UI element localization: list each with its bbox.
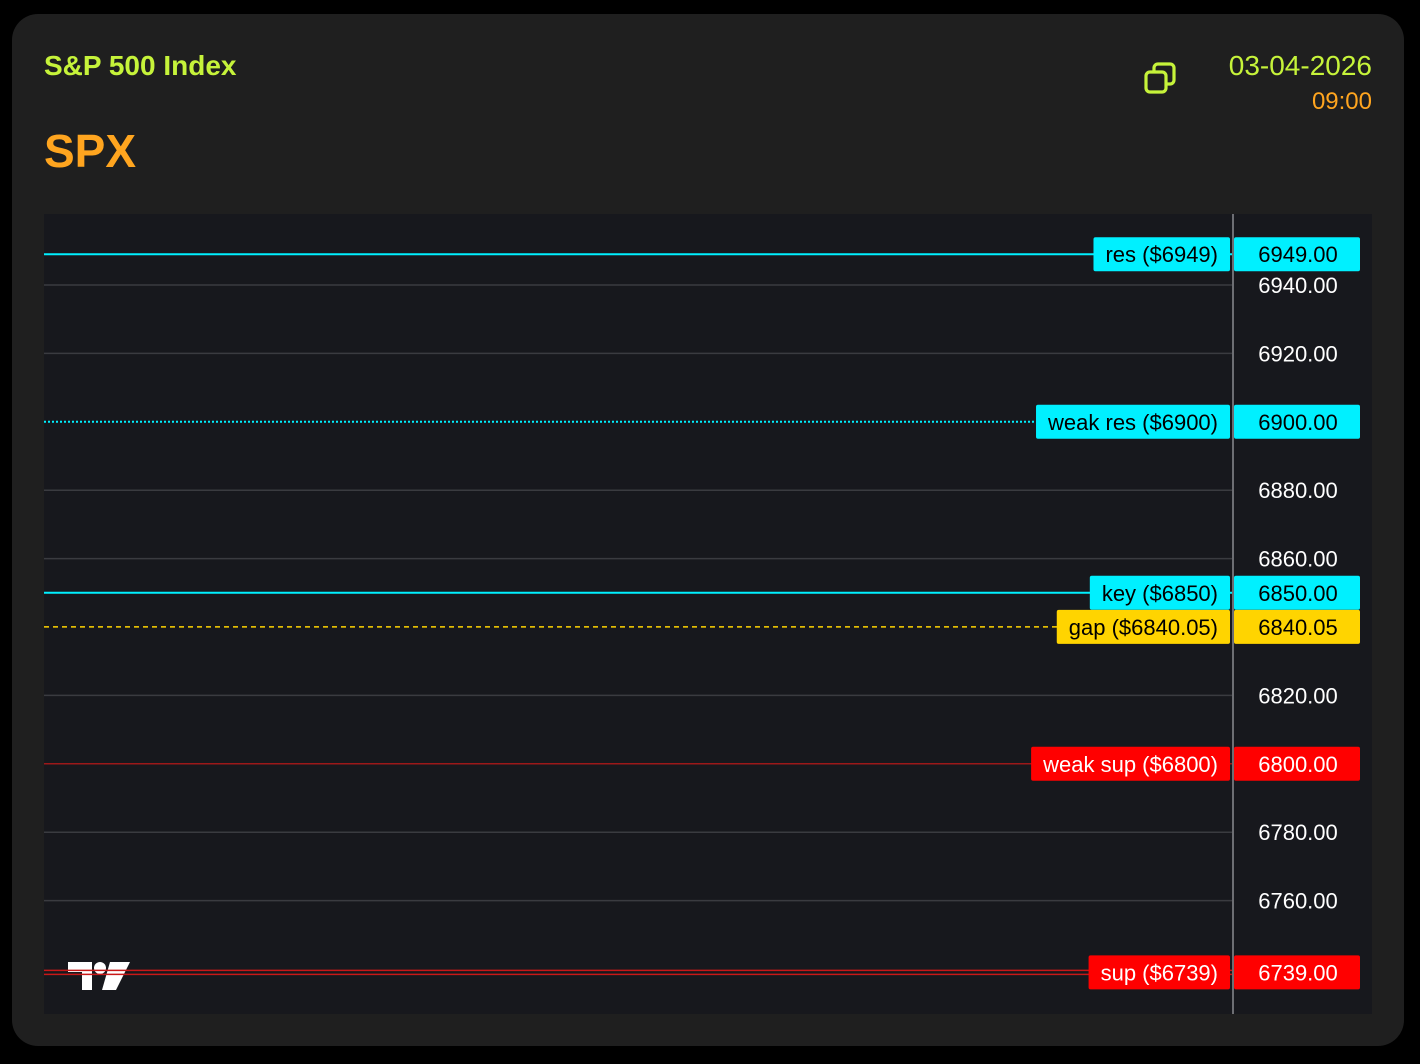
tradingview-logo — [68, 962, 130, 990]
y-tick-label: 6880.00 — [1258, 478, 1338, 503]
price-chart-svg[interactable]: 6940.00 6920.00 6880.00 6860.00 6820.00 6780.… — [44, 214, 1372, 1014]
chart-time: 09:00 — [1311, 88, 1372, 115]
index-name: S&P 500 Index — [44, 50, 237, 81]
level-label: res ($6949) — [1105, 242, 1218, 267]
level-label: sup ($6739) — [1101, 960, 1218, 985]
level-label: gap ($6840.05) — [1069, 615, 1218, 640]
level-label: weak sup ($6800) — [1042, 752, 1218, 777]
chart-date: 03-04-2026 — [1228, 50, 1372, 81]
axis-price-label: 6949.00 — [1258, 242, 1338, 267]
y-tick-label: 6920.00 — [1258, 341, 1338, 366]
axis-price-label: 6800.00 — [1258, 752, 1338, 777]
price-chart[interactable]: 6940.00 6920.00 6880.00 6860.00 6820.00 6780.… — [44, 214, 1372, 1014]
axis-price-label: 6840.05 — [1258, 615, 1338, 640]
ticker-symbol: SPX — [44, 125, 137, 177]
level-label: weak res ($6900) — [1047, 410, 1218, 435]
y-tick-label: 6760.00 — [1258, 889, 1338, 914]
y-tick-label: 6820.00 — [1258, 683, 1338, 708]
y-tick-label: 6860.00 — [1258, 547, 1338, 572]
copy-icon[interactable] — [1142, 60, 1178, 96]
axis-price-label: 6739.00 — [1258, 960, 1338, 985]
chart-card: S&P 500 Index SPX 03-04-2026 09:00 6940.… — [12, 14, 1404, 1046]
axis-price-label: 6900.00 — [1258, 410, 1338, 435]
y-tick-label: 6780.00 — [1258, 820, 1338, 845]
axis-price-label: 6850.00 — [1258, 581, 1338, 606]
y-tick-label: 6940.00 — [1258, 273, 1338, 298]
level-label: key ($6850) — [1102, 581, 1218, 606]
